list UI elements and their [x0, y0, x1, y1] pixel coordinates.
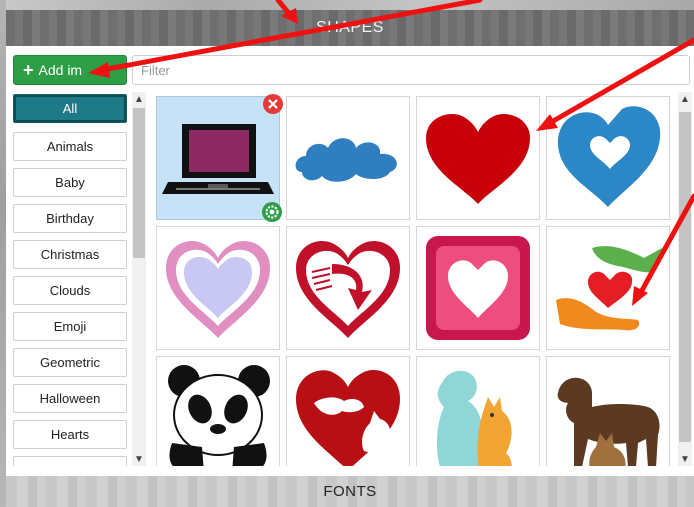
plus-icon: +	[23, 60, 34, 80]
shapes-scrollbar[interactable]: ▲ ▼	[678, 92, 692, 466]
shape-tile-red-heart[interactable]	[416, 96, 540, 220]
category-emoji[interactable]: Emoji	[13, 312, 127, 341]
shapes-grid	[156, 96, 676, 466]
hands-heart-icon	[556, 246, 662, 331]
shape-tile-blue-heart[interactable]	[546, 96, 670, 220]
heart-cat-dog-icon	[296, 370, 400, 466]
category-all[interactable]: All	[13, 94, 127, 123]
add-image-button[interactable]: + Add im	[13, 55, 127, 85]
category-next[interactable]	[13, 456, 127, 466]
category-birthday[interactable]: Birthday	[13, 204, 127, 233]
panda-icon	[168, 365, 270, 466]
dog-cat-brown-icon	[557, 377, 660, 466]
shapes-header[interactable]: SHAPES	[6, 10, 694, 46]
scroll-up-icon[interactable]: ▲	[132, 92, 146, 106]
shape-tile-hands-heart[interactable]	[546, 226, 670, 350]
cloud-icon	[295, 138, 397, 182]
category-hearts[interactable]: Hearts	[13, 420, 127, 449]
category-scrollbar[interactable]: ▲ ▼	[132, 92, 146, 466]
shape-tile-laptop[interactable]	[156, 96, 280, 220]
shape-tile-cloud[interactable]	[286, 96, 410, 220]
blue-heart-icon	[557, 106, 661, 207]
shapes-scroll-thumb[interactable]	[679, 112, 691, 442]
pink-heart-outline-icon	[166, 241, 270, 338]
heart-arrow-icon	[296, 241, 400, 338]
shape-settings-button[interactable]	[262, 202, 282, 222]
category-scroll-thumb[interactable]	[133, 108, 145, 258]
shape-tile-panda[interactable]	[156, 356, 280, 466]
category-geometric[interactable]: Geometric	[13, 348, 127, 377]
shape-tile-dog-cat-brown[interactable]	[546, 356, 670, 466]
shapes-content: + Add im All Animals Baby Birthday Chris…	[6, 46, 694, 476]
close-icon	[268, 99, 278, 109]
shapes-panel-window: SHAPES + Add im All Animals Baby Birthda…	[0, 0, 694, 507]
shape-tile-pink-heart[interactable]	[156, 226, 280, 350]
scroll-down-icon[interactable]: ▼	[132, 452, 146, 466]
category-animals[interactable]: Animals	[13, 132, 127, 161]
remove-shape-button[interactable]	[263, 94, 283, 114]
category-clouds[interactable]: Clouds	[13, 276, 127, 305]
category-list: All Animals Baby Birthday Christmas Clou…	[6, 92, 150, 466]
category-baby[interactable]: Baby	[13, 168, 127, 197]
laptop-icon	[162, 124, 274, 194]
red-heart-icon	[426, 114, 530, 204]
heart-square-icon	[426, 236, 530, 340]
category-halloween[interactable]: Halloween	[13, 384, 127, 413]
dog-cat-icon	[436, 370, 512, 466]
shape-tile-heart-square[interactable]	[416, 226, 540, 350]
gear-icon	[265, 205, 279, 219]
shape-tile-heart-cat-dog[interactable]	[286, 356, 410, 466]
top-border	[0, 0, 694, 10]
fonts-header[interactable]: FONTS	[6, 476, 694, 507]
scroll-up-icon[interactable]: ▲	[678, 92, 692, 106]
scroll-down-icon[interactable]: ▼	[678, 452, 692, 466]
shape-tile-dog-cat[interactable]	[416, 356, 540, 466]
add-image-label: Add im	[38, 62, 83, 78]
shape-tile-heart-arrow[interactable]	[286, 226, 410, 350]
category-christmas[interactable]: Christmas	[13, 240, 127, 269]
filter-input[interactable]	[132, 55, 690, 85]
